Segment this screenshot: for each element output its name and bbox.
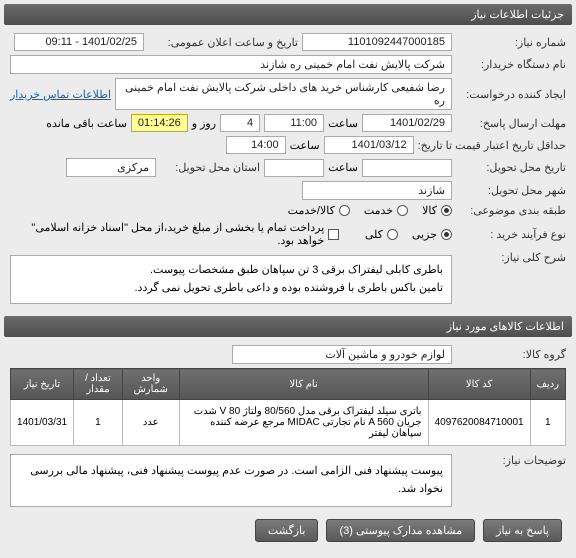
col-code: کد کالا: [428, 369, 530, 400]
section-header-details: جزئیات اطلاعات نیاز: [4, 4, 572, 25]
field-delivery-state: مرکزی: [66, 158, 156, 177]
label-deadline: مهلت ارسال پاسخ:: [456, 117, 566, 130]
radio-label-jozi: جزیی: [412, 228, 437, 241]
details-form: شماره نیاز: 1101092447000185 تاریخ و ساع…: [4, 29, 572, 316]
radio-kala[interactable]: [441, 205, 452, 216]
back-button[interactable]: بازگشت: [255, 519, 319, 542]
radio-khedmat[interactable]: [397, 205, 408, 216]
field-buyer-org: شرکت پالایش نفت امام خمینی ره شازند: [10, 55, 452, 74]
cell-name: باتری سیلد لیفتراک برقی مدل 80/560 ولتاژ…: [179, 400, 428, 446]
label-buyer-org: نام دستگاه خریدار:: [456, 58, 566, 71]
field-need-no: 1101092447000185: [302, 33, 452, 51]
table-header-row: ردیف کد کالا نام کالا واحد شمارش تعداد /…: [11, 369, 566, 400]
items-table: ردیف کد کالا نام کالا واحد شمارش تعداد /…: [10, 368, 566, 446]
col-name: نام کالا: [179, 369, 428, 400]
label-category: طبقه بندی موضوعی:: [456, 204, 566, 217]
label-desc: شرح کلی نیاز:: [456, 251, 566, 264]
notes-box: پیوست پیشنهاد فنی الزامی است. در صورت عد…: [10, 454, 452, 507]
label-requester: ایجاد کننده درخواست:: [456, 88, 566, 101]
label-delivery-city: شهر محل تحویل:: [456, 184, 566, 197]
table-row: 1 4097620084710001 باتری سیلد لیفتراک بر…: [11, 400, 566, 446]
field-delivery-time: [264, 159, 324, 177]
desc-box: باطری کابلی لیفتراک برقی 3 تن سپاهان طبق…: [10, 255, 452, 304]
label-remaining: ساعت باقی مانده: [46, 117, 127, 130]
radio-item-jozi[interactable]: جزیی: [412, 228, 452, 241]
field-deadline-date: 1401/02/29: [362, 114, 452, 132]
radio-item-koli[interactable]: کلی: [365, 228, 398, 241]
cell-code: 4097620084710001: [428, 400, 530, 446]
radio-label-khedmat: خدمت: [364, 204, 393, 217]
field-remaining-days: 4: [220, 114, 260, 132]
radio-label-both: کالا/خدمت: [288, 204, 335, 217]
label-time-2: ساعت: [290, 139, 320, 152]
purchase-type-radio-group: جزیی کلی: [365, 228, 452, 241]
field-delivery-date: [362, 159, 452, 177]
field-announce-dt: 1401/02/25 - 09:11: [14, 33, 144, 51]
label-time-3: ساعت: [328, 161, 358, 174]
radio-item-kala[interactable]: کالا: [422, 204, 452, 217]
label-delivery-date: تاریخ محل تحویل:: [456, 161, 566, 174]
label-notes: توضیحات نیاز:: [456, 454, 566, 467]
label-time-1: ساعت: [328, 117, 358, 130]
field-quote-time: 14:00: [226, 136, 286, 154]
label-need-no: شماره نیاز:: [456, 36, 566, 49]
label-purchase-type: نوع فرآیند خرید :: [456, 228, 566, 241]
radio-koli[interactable]: [387, 229, 398, 240]
field-deadline-time: 11:00: [264, 114, 324, 132]
section-header-items: اطلاعات کالاهای مورد نیاز: [4, 316, 572, 337]
field-requester: رضا شفیعی کارشناس خرید های داخلی شرکت پا…: [115, 78, 452, 110]
col-idx: ردیف: [530, 369, 565, 400]
label-quote-deadline: حداقل تاریخ اعتبار قیمت تا تاریخ:: [418, 139, 566, 152]
label-day-and: روز و: [192, 117, 216, 130]
treasury-checkbox[interactable]: [328, 229, 338, 240]
col-qty: تعداد / مقدار: [74, 369, 123, 400]
cell-qty: 1: [74, 400, 123, 446]
label-announce-dt: تاریخ و ساعت اعلان عمومی:: [148, 36, 298, 49]
label-group: گروه کالا:: [456, 348, 566, 361]
radio-label-koli: کلی: [365, 228, 383, 241]
treasury-label: پرداخت تمام یا بخشی از مبلغ خرید،از محل …: [10, 221, 324, 247]
col-unit: واحد شمارش: [122, 369, 179, 400]
field-quote-date: 1401/03/12: [324, 136, 414, 154]
cell-date: 1401/03/31: [11, 400, 74, 446]
reply-button[interactable]: پاسخ به نیاز: [483, 519, 562, 542]
button-row: پاسخ به نیاز مشاهده مدارک پیوستی (3) باز…: [10, 511, 566, 550]
items-area: گروه کالا: لوازم خودرو و ماشین آلات ردیف…: [4, 341, 572, 554]
category-radio-group: کالا خدمت کالا/خدمت: [288, 204, 452, 217]
radio-label-kala: کالا: [422, 204, 437, 217]
attachments-button[interactable]: مشاهده مدارک پیوستی (3): [326, 519, 475, 542]
radio-both[interactable]: [339, 205, 350, 216]
buyer-contact-link[interactable]: اطلاعات تماس خریدار: [10, 88, 111, 101]
radio-jozi[interactable]: [441, 229, 452, 240]
cell-idx: 1: [530, 400, 565, 446]
field-delivery-city: شازند: [302, 181, 452, 200]
cell-unit: عدد: [122, 400, 179, 446]
col-date: تاریخ نیاز: [11, 369, 74, 400]
field-remaining-clock: 01:14:26: [131, 114, 188, 132]
radio-item-khedmat[interactable]: خدمت: [364, 204, 408, 217]
label-delivery-state: استان محل تحویل:: [160, 161, 260, 174]
radio-item-both[interactable]: کالا/خدمت: [288, 204, 350, 217]
field-group: لوازم خودرو و ماشین آلات: [232, 345, 452, 364]
